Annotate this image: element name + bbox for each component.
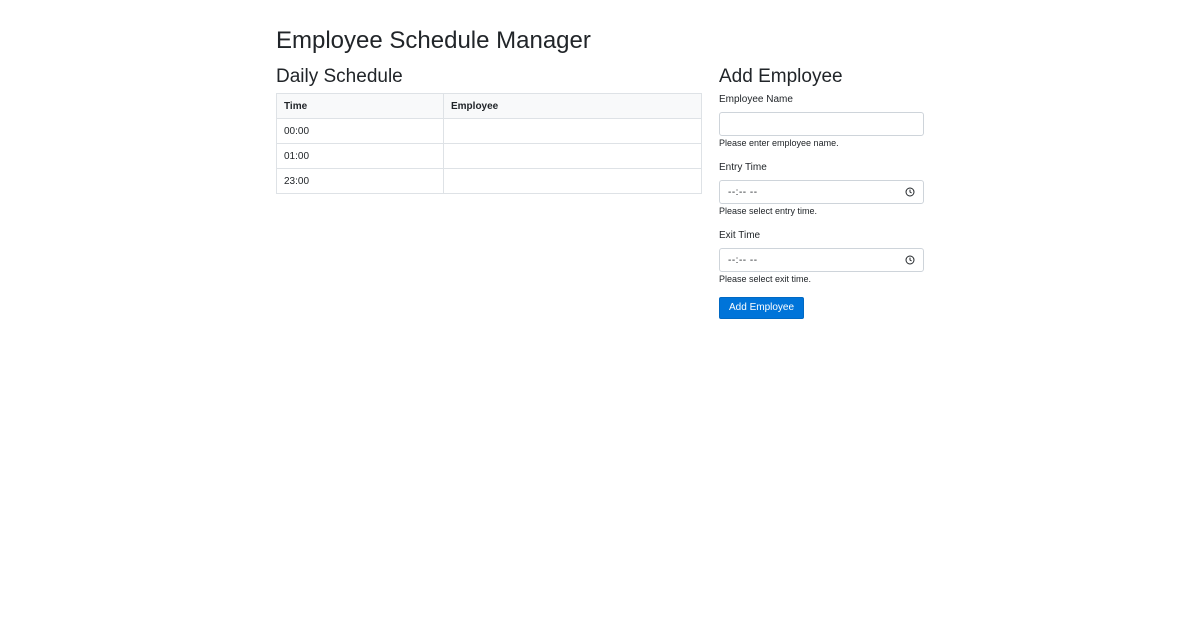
- column-header-employee: Employee: [443, 93, 702, 119]
- entry-time-input[interactable]: --:-- --: [719, 180, 924, 204]
- row-employee: [443, 118, 702, 144]
- entry-time-label: Entry Time: [719, 162, 767, 173]
- page-title: Employee Schedule Manager: [276, 27, 591, 54]
- column-header-time: Time: [276, 93, 444, 119]
- employee-name-help: Please enter employee name.: [719, 138, 839, 148]
- row-time: 01:00: [276, 143, 444, 169]
- exit-time-label: Exit Time: [719, 230, 761, 241]
- table-header-row: Time Employee: [276, 93, 702, 119]
- entry-time-placeholder: --:-- --: [728, 186, 758, 198]
- add-employee-button[interactable]: Add Employee: [719, 297, 805, 319]
- add-employee-form: Employee Name Please enter employee name…: [719, 93, 924, 319]
- clock-icon[interactable]: [905, 255, 915, 265]
- clock-icon[interactable]: [905, 187, 915, 197]
- exit-group: Exit Time --:-- -- Please select exit ti…: [719, 229, 924, 285]
- app-container: Employee Schedule Manager Daily Schedule…: [0, 0, 1200, 630]
- exit-time-help: Please select exit time.: [719, 274, 812, 284]
- table-row: 01:00: [276, 143, 702, 169]
- schedule-table: Time Employee 00:00 01:00 23:00: [276, 93, 702, 194]
- employee-name-label: Employee Name: [719, 94, 793, 105]
- row-time: 00:00: [276, 118, 444, 144]
- table-row: 00:00: [276, 118, 702, 144]
- row-employee: [443, 168, 702, 194]
- exit-time-placeholder: --:-- --: [728, 254, 758, 266]
- employee-name-input[interactable]: [719, 112, 924, 136]
- schedule-title: Daily Schedule: [276, 66, 403, 87]
- row-employee: [443, 143, 702, 169]
- name-group: Employee Name Please enter employee name…: [719, 93, 924, 149]
- entry-time-help: Please select entry time.: [719, 206, 818, 216]
- add-employee-title: Add Employee: [719, 66, 843, 87]
- row-time: 23:00: [276, 168, 444, 194]
- table-row: 23:00: [276, 168, 702, 194]
- exit-time-input[interactable]: --:-- --: [719, 248, 924, 272]
- entry-group: Entry Time --:-- -- Please select entry …: [719, 161, 924, 217]
